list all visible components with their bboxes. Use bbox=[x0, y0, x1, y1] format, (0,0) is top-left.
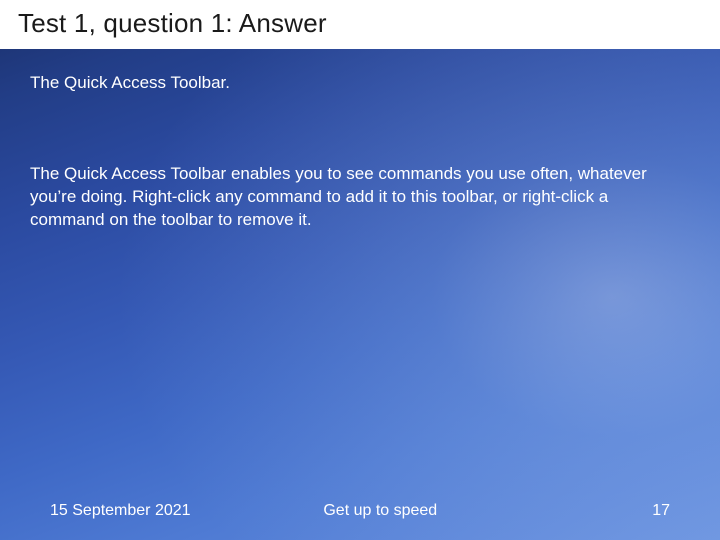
slide-title: Test 1, question 1: Answer bbox=[0, 0, 720, 49]
slide-footer: 15 September 2021 Get up to speed 17 bbox=[0, 502, 720, 520]
answer-short: The Quick Access Toolbar. bbox=[30, 73, 690, 93]
footer-title: Get up to speed bbox=[151, 502, 610, 520]
slide-content: The Quick Access Toolbar. The Quick Acce… bbox=[0, 49, 720, 232]
answer-explanation: The Quick Access Toolbar enables you to … bbox=[30, 163, 670, 232]
slide: Test 1, question 1: Answer The Quick Acc… bbox=[0, 0, 720, 540]
footer-page-number: 17 bbox=[610, 502, 670, 520]
